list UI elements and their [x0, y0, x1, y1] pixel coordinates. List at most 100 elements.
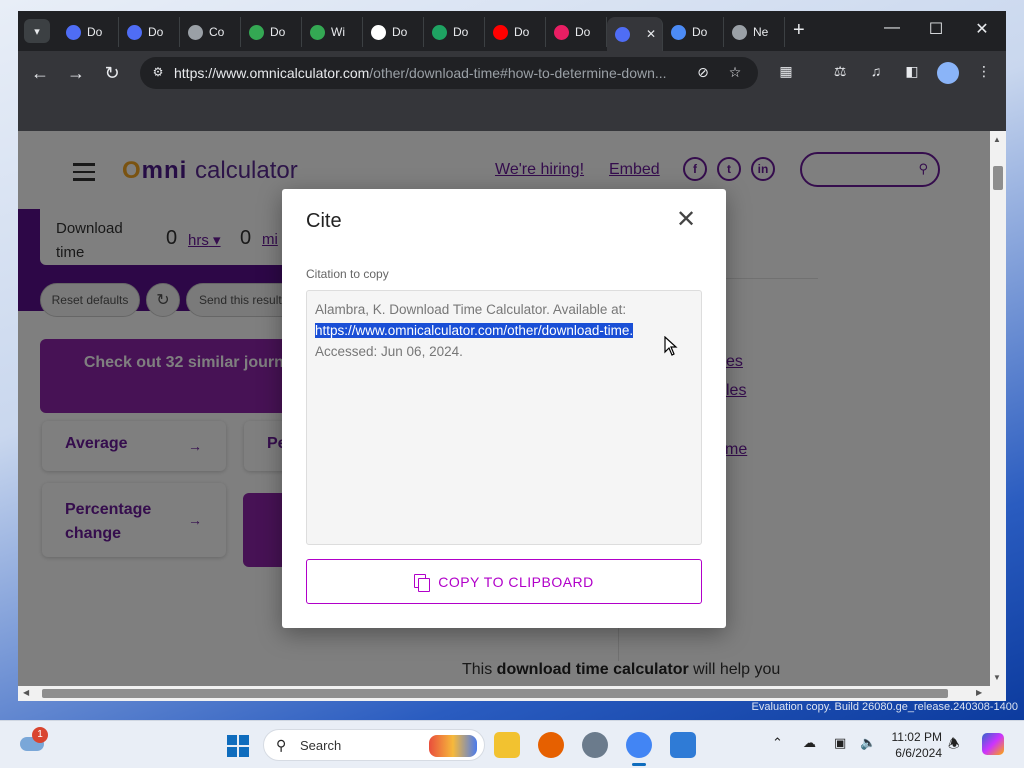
tab-label: Do: [575, 25, 591, 39]
scroll-thumb[interactable]: [42, 689, 948, 698]
menu-kebab-icon[interactable]: ⋮: [974, 63, 994, 83]
eye-off-icon[interactable]: ⊘: [694, 64, 712, 82]
show-hidden-icons-icon[interactable]: ⌃: [772, 735, 783, 751]
browser-tab[interactable]: Do: [119, 17, 180, 47]
browser-tab[interactable]: Do: [485, 17, 546, 47]
minimize-button[interactable]: —: [870, 19, 914, 37]
citation-line: Alambra, K. Download Time Calculator. Av…: [315, 302, 627, 317]
youtube-icon: [493, 24, 508, 40]
firefox-icon[interactable]: [538, 732, 564, 758]
tab-label: Do: [148, 25, 164, 39]
browser-tab[interactable]: Do: [424, 17, 485, 47]
tab-label: Do: [270, 25, 286, 39]
site-info-icon[interactable]: ⚙: [150, 65, 166, 81]
address-bar[interactable]: ⚙ https://www.omnicalculator.com/other/d…: [140, 57, 758, 89]
bookmark-star-icon[interactable]: ☆: [726, 64, 744, 82]
download-arrow-icon: [671, 24, 686, 40]
clock-time: 11:02 PM: [891, 730, 942, 744]
taskbar: 1 ⚲ Search ⌃ ☁ ▣ 🔈 11:02 PM 6/6/2024 🕭: [0, 720, 1024, 768]
browser-tab[interactable]: Do: [663, 17, 724, 47]
tabs: Do Do Co Do Wi Do Do Do Do ✕ Do Ne: [58, 17, 785, 51]
download-icon: [310, 24, 325, 40]
notifications-bell-icon[interactable]: 🕭: [948, 735, 960, 757]
download-icon: [249, 24, 264, 40]
settings-icon[interactable]: [582, 732, 608, 758]
scroll-thumb[interactable]: [993, 166, 1003, 190]
clock[interactable]: 11:02 PM 6/6/2024: [888, 729, 942, 761]
cog-icon: [188, 24, 203, 40]
tab-search-button[interactable]: ▾: [24, 19, 50, 43]
browser-tab[interactable]: Do: [241, 17, 302, 47]
copilot-icon[interactable]: [982, 733, 1004, 755]
browser-tab[interactable]: ✕: [607, 17, 663, 51]
weather-widget[interactable]: 1: [20, 727, 48, 755]
browser-tab[interactable]: Do: [363, 17, 424, 47]
scroll-up-icon[interactable]: ▲: [993, 135, 1001, 144]
back-button[interactable]: ←: [28, 61, 52, 85]
clock-date: 6/6/2024: [895, 746, 942, 760]
file-explorer-icon[interactable]: [494, 732, 520, 758]
search-highlight-icon: [429, 735, 477, 757]
browser-tab[interactable]: Wi: [302, 17, 363, 47]
browser-tab[interactable]: Do: [58, 17, 119, 47]
scroll-right-icon[interactable]: ▶: [976, 688, 982, 697]
search-icon: ⚲: [276, 737, 287, 753]
drive-icon: [432, 24, 447, 40]
vertical-scrollbar[interactable]: ▲ ▼: [990, 131, 1006, 686]
omni-icon: [66, 24, 81, 40]
tab-label: Do: [692, 25, 708, 39]
copy-to-clipboard-button[interactable]: COPY TO CLIPBOARD: [306, 559, 702, 604]
url-text[interactable]: https://www.omnicalculator.com/other/dow…: [174, 65, 694, 81]
page-viewport: Omni calculator We're hiring! Embed f t …: [18, 131, 990, 686]
copy-button-label: COPY TO CLIPBOARD: [438, 573, 594, 590]
bookmark-bar: [18, 95, 1006, 131]
reload-button[interactable]: ↻: [100, 61, 124, 85]
chrome-icon[interactable]: [626, 732, 652, 766]
close-tab-icon[interactable]: ✕: [646, 27, 656, 41]
tab-label: Co: [209, 25, 225, 39]
tab-label: Do: [392, 25, 408, 39]
network-icon[interactable]: ☁: [803, 735, 816, 751]
start-button[interactable]: [227, 735, 249, 757]
notification-badge: 1: [32, 727, 48, 743]
browser-tab[interactable]: Co: [180, 17, 241, 47]
display-icon[interactable]: ▣: [834, 735, 846, 751]
browser-tab[interactable]: Ne: [724, 17, 785, 47]
maximize-button[interactable]: ☐: [914, 19, 958, 39]
tab-label: Do: [87, 25, 103, 39]
scroll-left-icon[interactable]: ◀: [23, 688, 29, 697]
extensions-icon[interactable]: ▦: [776, 63, 796, 83]
tab-strip: ▾ Do Do Co Do Wi Do Do Do Do ✕ Do Ne + — ☐ ✕: [18, 11, 1006, 51]
scroll-down-icon[interactable]: ▼: [993, 673, 1001, 682]
tab-label: Do: [514, 25, 530, 39]
evaluation-watermark: Evaluation copy. Build 26080.ge_release.…: [751, 701, 1018, 713]
tab-label: Ne: [753, 25, 769, 39]
close-window-button[interactable]: ✕: [960, 19, 1004, 39]
citation-url-selected[interactable]: https://www.omnicalculator.com/other/dow…: [315, 323, 634, 338]
copy-icon: [414, 573, 431, 592]
omni-icon: [615, 26, 630, 42]
taskbar-search[interactable]: ⚲ Search: [263, 729, 485, 761]
labs-flask-icon[interactable]: ⚖: [830, 63, 850, 83]
photos-icon[interactable]: [670, 732, 696, 758]
forward-button[interactable]: →: [64, 61, 88, 85]
app-icon: [554, 24, 569, 40]
horizontal-scrollbar[interactable]: ◀ ▶: [18, 686, 1006, 701]
close-icon[interactable]: ✕: [674, 208, 698, 233]
dialog-title: Cite: [306, 210, 342, 232]
browser-tab[interactable]: Do: [546, 17, 607, 47]
new-tab-button[interactable]: +: [793, 20, 805, 40]
search-placeholder: Search: [300, 738, 342, 753]
citation-textbox[interactable]: Alambra, K. Download Time Calculator. Av…: [306, 290, 702, 545]
tab-label: Do: [453, 25, 469, 39]
cite-dialog: Cite ✕ Citation to copy Alambra, K. Down…: [282, 189, 726, 628]
tab-label: Wi: [331, 25, 345, 39]
media-control-icon[interactable]: ♫: [866, 63, 886, 83]
side-panel-icon[interactable]: ◧: [902, 63, 922, 83]
google-icon: [371, 24, 386, 40]
volume-muted-icon[interactable]: 🔈: [860, 735, 876, 751]
citation-label: Citation to copy: [306, 267, 389, 281]
omni-icon: [127, 24, 142, 40]
browser-window: ▾ Do Do Co Do Wi Do Do Do Do ✕ Do Ne + — ☐ ✕ ← → ↻ …: [18, 11, 1006, 701]
profile-avatar[interactable]: [937, 62, 959, 84]
